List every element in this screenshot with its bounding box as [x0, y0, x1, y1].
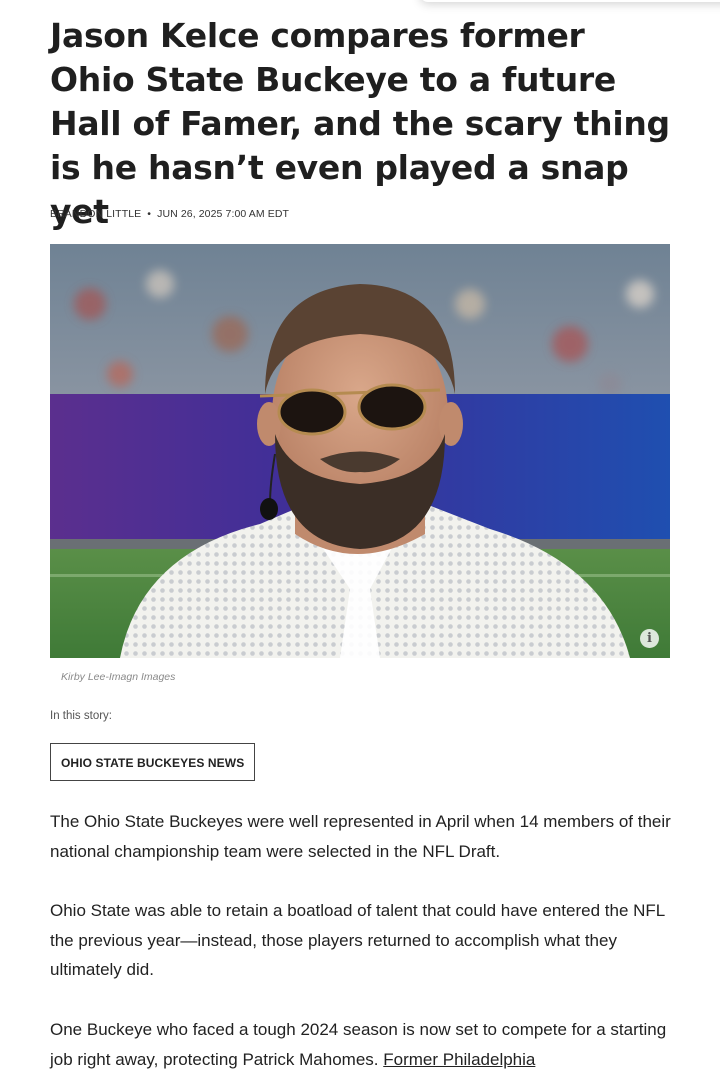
- byline-author[interactable]: BRANDON LITTLE: [50, 208, 141, 220]
- article-paragraph: One Buckeye who faced a tough 2024 seaso…: [50, 1015, 675, 1074]
- paragraph-text: Ohio State was able to retain a boatload…: [50, 901, 665, 979]
- top-shadow-edge: [420, 0, 720, 2]
- hero-image: i: [50, 244, 670, 658]
- byline-date: JUN 26, 2025 7:00 AM EDT: [157, 208, 290, 220]
- article-paragraph: The Ohio State Buckeyes were well repres…: [50, 807, 675, 866]
- in-this-story-label: In this story:: [50, 710, 112, 722]
- byline-separator: •: [147, 208, 152, 220]
- paragraph-link[interactable]: Former Philadelphia: [383, 1050, 535, 1069]
- article-headline: Jason Kelce compares former Ohio State B…: [50, 16, 670, 231]
- paragraph-text: The Ohio State Buckeyes were well repres…: [50, 812, 671, 861]
- image-credit: Kirby Lee-Imagn Images: [61, 671, 176, 683]
- paragraph-text: One Buckeye who faced a tough 2024 seaso…: [50, 1015, 675, 1074]
- info-icon[interactable]: i: [640, 629, 659, 648]
- hero-photo-illustration: [50, 244, 670, 658]
- article-byline: BRANDON LITTLE • JUN 26, 2025 7:00 AM ED…: [50, 208, 289, 220]
- article-paragraph: Ohio State was able to retain a boatload…: [50, 896, 675, 985]
- story-tag-button[interactable]: OHIO STATE BUCKEYES NEWS: [50, 743, 256, 781]
- paragraph-text-span: One Buckeye who faced a tough 2024 seaso…: [50, 1020, 667, 1069]
